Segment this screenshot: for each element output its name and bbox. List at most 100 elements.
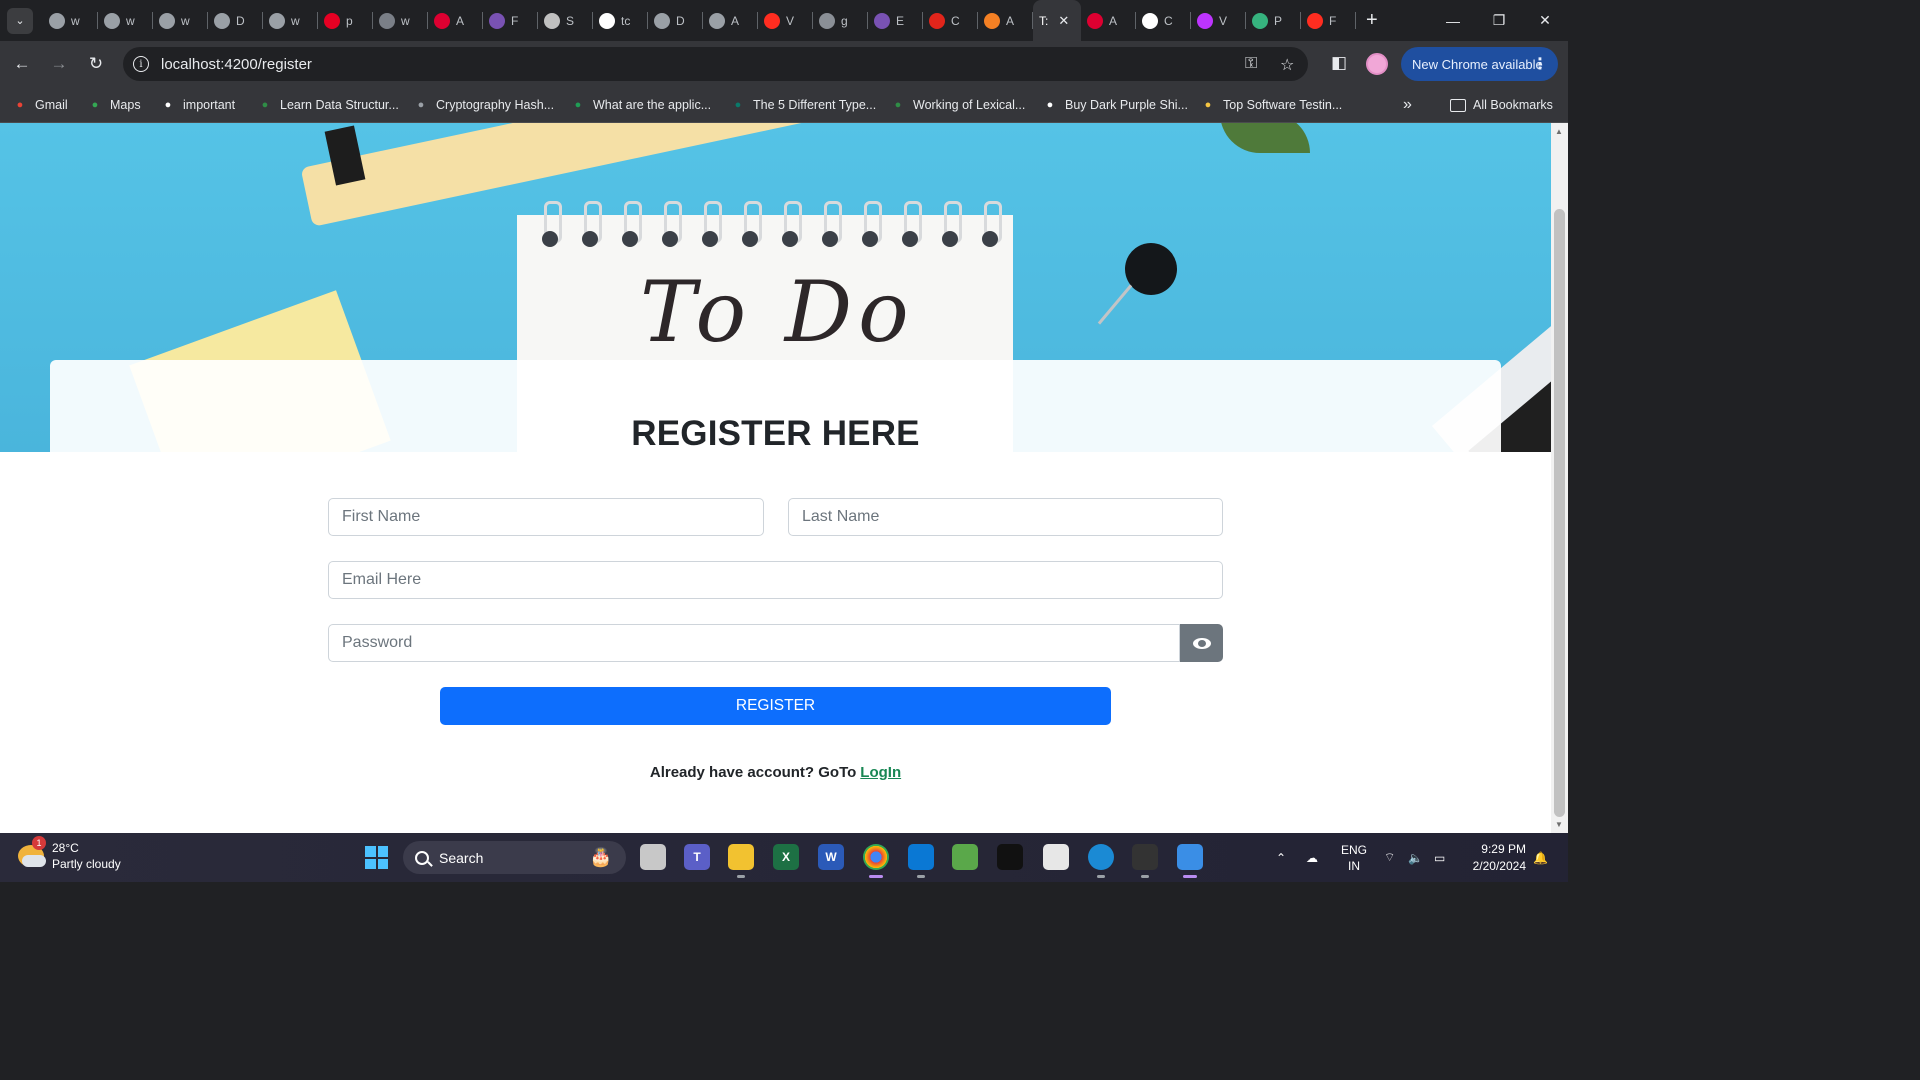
register-button[interactable]: REGISTER xyxy=(440,687,1111,725)
browser-tab[interactable]: C xyxy=(923,0,978,41)
laravel-icon xyxy=(764,12,780,29)
browser-tab[interactable]: F xyxy=(1301,0,1356,41)
email-input[interactable] xyxy=(328,561,1223,599)
key-icon[interactable]: ⚿ xyxy=(1245,55,1257,73)
notebook-ring xyxy=(980,201,1002,251)
system-clock[interactable]: 9:29 PM 2/20/2024 xyxy=(1462,841,1526,875)
wifi-icon[interactable]: ⌔ xyxy=(1384,833,1395,882)
new-tab-button[interactable]: + xyxy=(1366,9,1378,32)
terminal-icon[interactable] xyxy=(997,844,1023,870)
browser-tab[interactable]: g xyxy=(813,0,868,41)
browser-tab[interactable]: w xyxy=(98,0,153,41)
scroll-up-arrow-icon[interactable]: ▲ xyxy=(1555,127,1563,136)
bookmark-item[interactable]: ● Buy Dark Purple Shi... xyxy=(1042,87,1188,123)
browser-tab[interactable]: w xyxy=(263,0,318,41)
profile-avatar[interactable] xyxy=(1366,53,1388,75)
browser-tab[interactable]: p xyxy=(318,0,373,41)
browser-tab[interactable]: C xyxy=(1136,0,1191,41)
browser-tab[interactable]: D xyxy=(648,0,703,41)
more-bookmarks-icon[interactable]: » xyxy=(1403,87,1412,123)
region-text: IN xyxy=(1348,858,1360,873)
tab-label: w xyxy=(401,13,410,28)
side-panel-icon[interactable]: ◧ xyxy=(1331,53,1347,73)
minimize-button[interactable]: — xyxy=(1430,0,1476,41)
forward-button[interactable]: → xyxy=(47,52,71,76)
login-link[interactable]: LogIn xyxy=(860,764,901,781)
browser-tab[interactable]: F xyxy=(483,0,538,41)
bookmark-item[interactable]: ● Cryptography Hash... xyxy=(413,87,554,123)
close-tab-icon[interactable]: ✕ xyxy=(1058,13,1069,29)
teams-icon[interactable]: T xyxy=(684,844,710,870)
bookmark-item[interactable]: ● important xyxy=(160,87,235,123)
tab-label: w xyxy=(71,13,80,28)
browser-tab[interactable]: w xyxy=(373,0,428,41)
browser-tab[interactable]: w xyxy=(43,0,98,41)
cmd-icon[interactable] xyxy=(1132,844,1158,878)
battery-icon[interactable]: ▭ xyxy=(1434,833,1445,882)
last-name-input[interactable] xyxy=(788,498,1223,536)
bookmark-item[interactable]: ● Learn Data Structur... xyxy=(257,87,399,123)
bookmark-item[interactable]: ● Gmail xyxy=(12,87,68,123)
browser-tab[interactable]: A xyxy=(978,0,1033,41)
start-button[interactable] xyxy=(365,846,388,869)
browser-tab[interactable]: P xyxy=(1246,0,1301,41)
weather-widget[interactable]: 1 28°C Partly cloudy xyxy=(18,836,121,872)
notification-bell-icon[interactable]: 🔔 xyxy=(1533,833,1548,882)
restore-button[interactable]: ❐ xyxy=(1476,0,1522,41)
clock-date: 2/20/2024 xyxy=(1472,859,1526,873)
edge-icon[interactable] xyxy=(1088,844,1114,878)
tab-search-button[interactable]: ⌄ xyxy=(7,7,33,34)
eye-icon xyxy=(1192,637,1211,649)
language-indicator[interactable]: ENG IN xyxy=(1341,833,1367,882)
first-name-input[interactable] xyxy=(328,498,764,536)
bookmark-item[interactable]: ● Top Software Testin... xyxy=(1200,87,1343,123)
browser-tab[interactable]: S xyxy=(538,0,593,41)
close-window-button[interactable]: ✕ xyxy=(1522,0,1568,41)
excel-icon[interactable]: X xyxy=(773,844,799,870)
back-button[interactable]: ← xyxy=(10,52,34,76)
tab-label: w xyxy=(291,13,300,28)
bookmark-item[interactable]: ● What are the applic... xyxy=(570,87,711,123)
taskbar-search[interactable]: Search 🎂 xyxy=(403,841,626,874)
acrobat-icon xyxy=(929,12,945,29)
bookmark-item[interactable]: ● The 5 Different Type... xyxy=(730,87,877,123)
volume-icon[interactable]: 🔈 xyxy=(1408,833,1423,882)
all-bookmarks-button[interactable]: All Bookmarks xyxy=(1450,87,1553,123)
page-scrollbar[interactable]: ▲ ▼ xyxy=(1551,123,1568,833)
maps-icon: ● xyxy=(91,99,99,111)
bookmark-item[interactable]: ● Maps xyxy=(87,87,141,123)
reload-button[interactable]: ↻ xyxy=(84,52,108,76)
address-bar[interactable]: i localhost:4200/register ⚿ ☆ xyxy=(123,47,1308,81)
browser-tab[interactable]: T: ✕ xyxy=(1033,0,1081,41)
toggle-password-visibility-button[interactable] xyxy=(1180,624,1223,662)
new-chrome-available-button[interactable]: New Chrome available ⋮ xyxy=(1401,47,1558,81)
word-icon[interactable]: W xyxy=(818,844,844,870)
tab-label: A xyxy=(1109,13,1118,28)
browser-tab[interactable]: A xyxy=(1081,0,1136,41)
browser-tab[interactable]: V xyxy=(1191,0,1246,41)
chrome-icon[interactable] xyxy=(863,844,889,878)
scrollbar-thumb[interactable] xyxy=(1554,209,1565,817)
browser-tab[interactable]: E xyxy=(868,0,923,41)
bookmark-label: Cryptography Hash... xyxy=(436,98,555,112)
document-icon[interactable] xyxy=(1043,844,1069,870)
browser-tab[interactable]: w xyxy=(153,0,208,41)
bookmark-star-icon[interactable]: ☆ xyxy=(1280,55,1294,75)
browser-tab[interactable]: A xyxy=(428,0,483,41)
vscode-icon[interactable] xyxy=(908,844,934,878)
password-input[interactable] xyxy=(328,624,1180,662)
file-explorer-icon[interactable] xyxy=(728,844,754,878)
browser-tab[interactable]: D xyxy=(208,0,263,41)
bookmark-item[interactable]: ● Working of Lexical... xyxy=(890,87,1026,123)
paint-icon[interactable] xyxy=(1177,844,1203,878)
browser-tab[interactable]: A xyxy=(703,0,758,41)
onedrive-icon[interactable]: ☁ xyxy=(1306,833,1318,882)
tab-label: V xyxy=(786,13,795,28)
site-info-icon[interactable]: i xyxy=(133,56,149,72)
show-hidden-icons-icon[interactable]: ⌃ xyxy=(1276,833,1286,882)
notepad-icon[interactable] xyxy=(952,844,978,870)
task-view-icon[interactable] xyxy=(640,844,666,870)
browser-tab[interactable]: V xyxy=(758,0,813,41)
browser-tab[interactable]: tc xyxy=(593,0,648,41)
scroll-down-arrow-icon[interactable]: ▼ xyxy=(1555,820,1563,829)
